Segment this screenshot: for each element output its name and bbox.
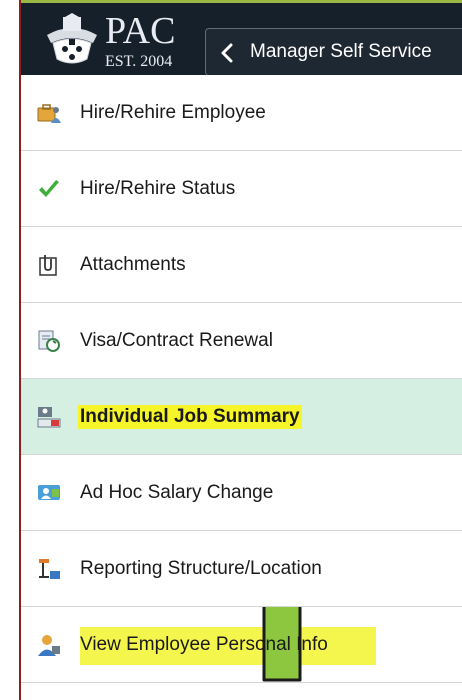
- menu-item-view-employee-personal-info[interactable]: View Employee Personal Info: [21, 607, 462, 683]
- menu-item-reporting-structure-location[interactable]: Reporting Structure/Location: [21, 531, 462, 607]
- menu-item-visa-contract-renewal[interactable]: Visa/Contract Renewal: [21, 303, 462, 379]
- menu-item-label: Individual Job Summary: [78, 405, 302, 429]
- menu-list: Hire/Rehire Employee Hire/Rehire Status …: [21, 75, 462, 683]
- crest-icon: [47, 13, 97, 64]
- menu-item-ad-hoc-salary-change[interactable]: Ad Hoc Salary Change: [21, 455, 462, 531]
- chevron-left-icon: [221, 43, 233, 63]
- menu-item-label: Hire/Rehire Employee: [80, 102, 266, 123]
- menu-item-label: Visa/Contract Renewal: [80, 330, 273, 351]
- back-button[interactable]: Manager Self Service: [205, 28, 462, 76]
- menu-item-label: View Employee Personal Info: [80, 634, 328, 655]
- menu-item-hire-rehire-status[interactable]: Hire/Rehire Status: [21, 151, 462, 227]
- pac-logo[interactable]: PAC EST. 2004: [43, 7, 193, 75]
- person-info-icon: [38, 635, 60, 656]
- menu-item-label: Reporting Structure/Location: [80, 558, 322, 579]
- back-button-label: Manager Self Service: [250, 41, 432, 62]
- org-person-icon: [37, 407, 61, 428]
- app-header: PAC EST. 2004 Manager Self Service: [21, 0, 462, 76]
- paperclip-icon: [39, 255, 57, 276]
- document-refresh-icon: [38, 330, 60, 352]
- money-person-icon: [38, 485, 60, 500]
- logo-wordmark: PAC: [105, 10, 176, 52]
- menu-item-hire-rehire-employee[interactable]: Hire/Rehire Employee: [21, 75, 462, 151]
- menu-item-label: Hire/Rehire Status: [80, 178, 236, 199]
- checkmark-icon: [39, 180, 59, 197]
- menu-item-attachments[interactable]: Attachments: [21, 227, 462, 303]
- menu-item-individual-job-summary[interactable]: Individual Job Summary: [21, 379, 462, 455]
- briefcase-person-icon: [37, 104, 61, 123]
- menu-item-label: Ad Hoc Salary Change: [80, 482, 274, 503]
- hierarchy-icon: [39, 559, 60, 579]
- logo-established: EST. 2004: [105, 53, 173, 70]
- menu-item-label: Attachments: [80, 254, 186, 275]
